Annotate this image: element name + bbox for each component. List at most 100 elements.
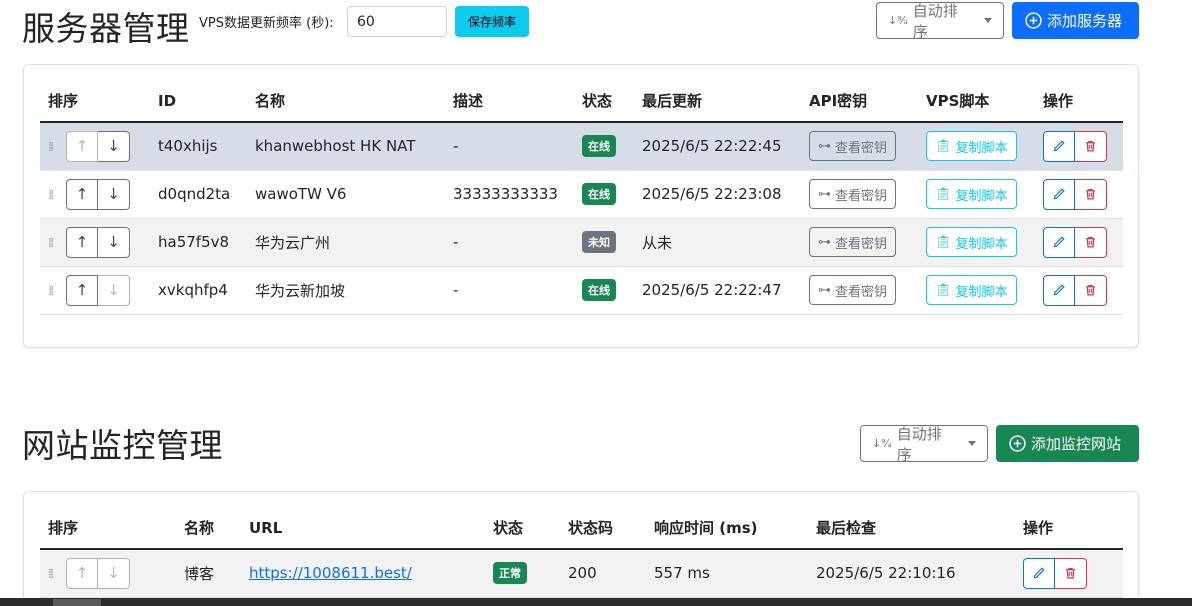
save-freq-button[interactable]: 保存频率: [455, 6, 529, 37]
server-id: ha57f5v8: [150, 218, 247, 267]
key-icon: ⊶: [818, 186, 831, 202]
copy-script-button[interactable]: 📋︎ 复制脚本: [926, 131, 1017, 162]
pencil-icon: [1054, 188, 1065, 199]
move-down-button[interactable]: ↓: [98, 274, 130, 306]
server-id: t40xhijs: [150, 122, 247, 171]
sites-sort-dropdown[interactable]: ↓⁹⁄ₐ 自动排序: [860, 424, 988, 464]
col-vps-script: VPS脚本: [918, 80, 1035, 123]
col-checked: 最后检查: [808, 507, 1015, 550]
edit-button[interactable]: [1043, 274, 1075, 306]
copy-script-label: 复制脚本: [955, 236, 1008, 252]
add-site-button[interactable]: 添加监控网站: [996, 425, 1139, 462]
edit-button[interactable]: [1043, 226, 1075, 258]
sort-icon: ↓⁹⁄ₐ: [872, 437, 892, 450]
col-actions: 操作: [1015, 507, 1123, 550]
edit-button[interactable]: [1043, 130, 1075, 162]
freq-input[interactable]: [347, 6, 447, 37]
move-up-button[interactable]: ↑: [66, 130, 98, 162]
view-key-label: 查看密钥: [835, 236, 888, 252]
server-desc: -: [445, 122, 574, 171]
horizontal-scrollbar[interactable]: [0, 598, 1192, 606]
status-badge: 正常: [493, 562, 527, 585]
move-down-button[interactable]: ↓: [98, 130, 130, 162]
move-down-button[interactable]: ↓: [98, 557, 130, 589]
col-desc: 描述: [445, 80, 574, 123]
drag-handle-icon[interactable]: ⁞⁞: [48, 567, 60, 582]
view-key-button[interactable]: ⊶ 查看密钥: [809, 275, 897, 305]
trash-icon: [1086, 188, 1095, 200]
copy-script-button[interactable]: 📋︎ 复制脚本: [926, 227, 1017, 257]
copy-script-label: 复制脚本: [955, 188, 1008, 204]
drag-handle-icon[interactable]: ⁞⁞: [48, 140, 60, 155]
pencil-icon: [1034, 567, 1045, 579]
add-server-button[interactable]: 添加服务器: [1012, 2, 1139, 39]
pencil-icon: [1054, 284, 1065, 295]
view-key-label: 查看密钥: [835, 140, 888, 156]
servers-sort-dropdown[interactable]: ↓⁹⁄ₐ 自动排序: [876, 1, 1004, 41]
move-up-button[interactable]: ↑: [66, 274, 98, 306]
delete-button[interactable]: [1075, 130, 1107, 162]
col-code: 状态码: [560, 507, 646, 550]
table-row: ⁞⁞ ↑ ↓ 博客 https://1008611.best/ 正常 200 557…: [40, 549, 1123, 598]
clipboard-icon: 📋︎: [935, 138, 952, 154]
drag-handle-icon[interactable]: ⁞⁞: [48, 188, 60, 203]
site-code: 200: [560, 549, 646, 598]
scrollbar-thumb[interactable]: [53, 599, 101, 606]
status-badge: 在线: [582, 135, 616, 158]
servers-title: 服务器管理: [22, 9, 190, 48]
move-down-button[interactable]: ↓: [98, 178, 130, 210]
col-api-key: API密钥: [801, 80, 918, 123]
status-badge: 在线: [582, 183, 616, 205]
server-desc: -: [445, 218, 574, 267]
add-site-label: 添加监控网站: [1031, 435, 1122, 453]
move-up-button[interactable]: ↑: [66, 557, 98, 589]
delete-button[interactable]: [1055, 557, 1087, 589]
server-updated: 2025/6/5 22:22:45: [634, 122, 801, 171]
sites-sort-label: 自动排序: [896, 424, 942, 464]
sites-table: 排序 名称 URL 状态 状态码 响应时间 (ms) 最后检查 操作 ⁞⁞ ↑ ↓ …: [40, 507, 1123, 598]
server-updated: 2025/6/5 22:22:47: [634, 266, 801, 315]
sort-icon: ↓⁹⁄ₐ: [888, 14, 908, 27]
move-up-button[interactable]: ↑: [66, 178, 98, 210]
copy-script-button[interactable]: 📋︎ 复制脚本: [926, 275, 1017, 305]
col-sort: 排序: [40, 80, 150, 123]
view-key-button[interactable]: ⊶ 查看密钥: [809, 179, 897, 209]
server-name: wawoTW V6: [247, 170, 445, 219]
server-updated: 2025/6/5 22:23:08: [634, 170, 801, 219]
drag-handle-icon[interactable]: ⁞⁞: [48, 284, 60, 299]
trash-icon: [1086, 284, 1095, 296]
pencil-icon: [1054, 236, 1065, 247]
server-desc: -: [445, 266, 574, 315]
site-url-link[interactable]: https://1008611.best/: [249, 564, 412, 582]
view-key-button[interactable]: ⊶ 查看密钥: [809, 227, 897, 257]
trash-icon: [1086, 141, 1095, 152]
server-desc: 33333333333: [445, 170, 574, 219]
servers-sort-label: 自动排序: [912, 1, 958, 41]
col-actions: 操作: [1035, 80, 1123, 123]
server-name: khanwebhost HK NAT: [247, 122, 445, 171]
move-down-button[interactable]: ↓: [98, 226, 130, 258]
server-name: 华为云新加坡: [247, 266, 445, 315]
sites-title: 网站监控管理: [22, 426, 223, 465]
delete-button[interactable]: [1075, 178, 1107, 210]
site-checked: 2025/6/5 22:10:16: [808, 549, 1015, 598]
col-status: 状态: [485, 507, 560, 550]
copy-script-button[interactable]: 📋︎ 复制脚本: [926, 179, 1017, 209]
table-row: ⁞⁞ ↑ ↓ xvkqhfp4 华为云新加坡 - 在线 2025/6/5 22:22…: [40, 266, 1123, 315]
chevron-down-icon: [968, 441, 976, 446]
add-server-label: 添加服务器: [1047, 12, 1123, 30]
sites-card: 排序 名称 URL 状态 状态码 响应时间 (ms) 最后检查 操作 ⁞⁞ ↑ ↓ …: [23, 491, 1139, 606]
col-name: 名称: [247, 80, 445, 123]
edit-button[interactable]: [1043, 178, 1075, 210]
drag-handle-icon[interactable]: ⁞⁞: [48, 236, 60, 251]
delete-button[interactable]: [1075, 226, 1107, 258]
edit-button[interactable]: [1023, 557, 1055, 589]
copy-script-label: 复制脚本: [955, 284, 1008, 300]
view-key-button[interactable]: ⊶ 查看密钥: [809, 131, 897, 162]
move-up-button[interactable]: ↑: [66, 226, 98, 258]
col-url: URL: [241, 507, 485, 550]
delete-button[interactable]: [1075, 274, 1107, 306]
server-id: xvkqhfp4: [150, 266, 247, 315]
table-row: ⁞⁞ ↑ ↓ d0qnd2ta wawoTW V6 33333333333 在线 2…: [40, 170, 1123, 219]
server-id: d0qnd2ta: [150, 170, 247, 219]
